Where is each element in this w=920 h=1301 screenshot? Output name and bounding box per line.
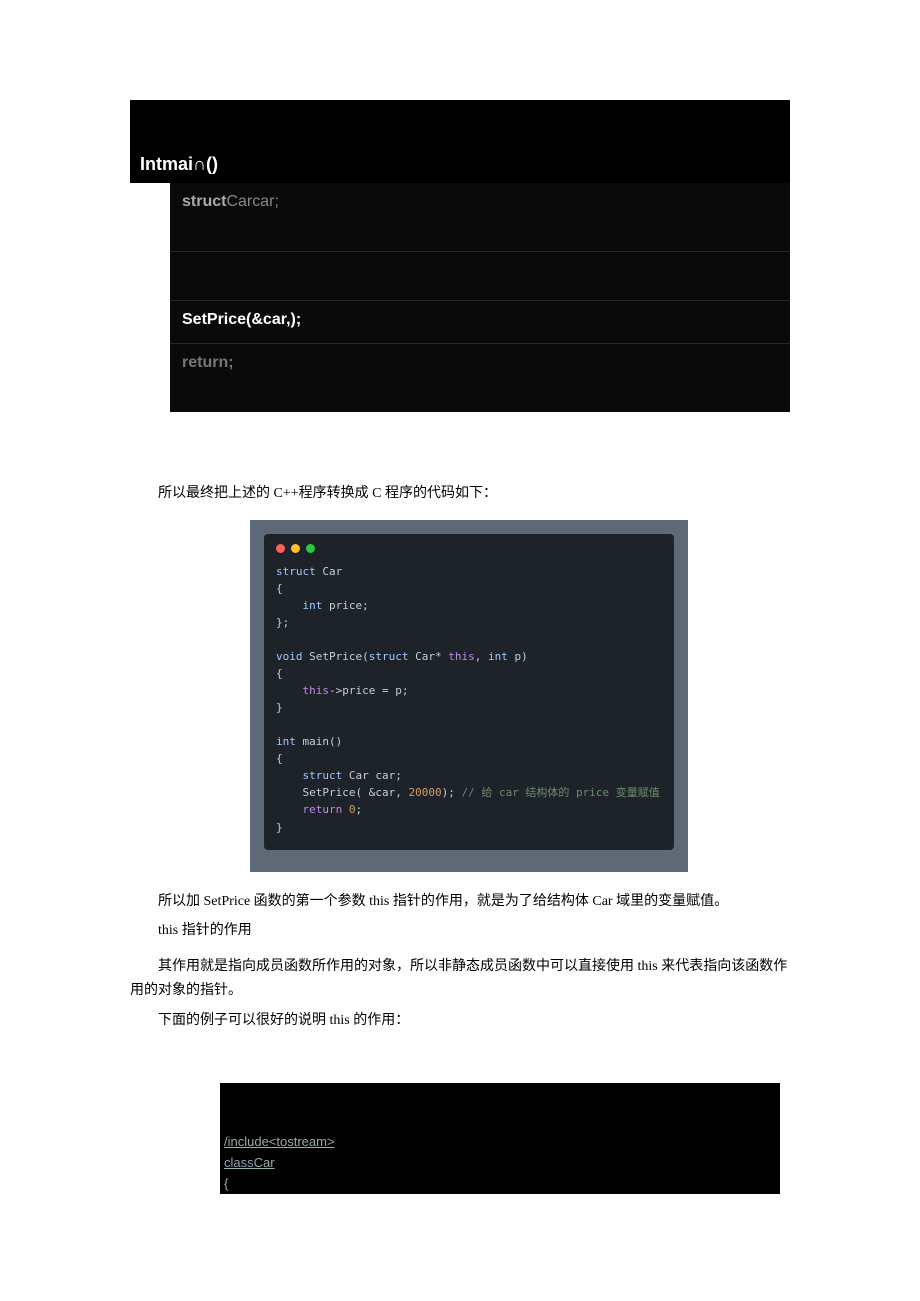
code-figure: struct Car { int price; }; void SetPrice… xyxy=(250,520,688,872)
code-block-top-bar xyxy=(130,100,790,150)
paragraph-example-intro: 下面的例子可以很好的说明 this 的作用： xyxy=(130,1009,790,1033)
code-line-struct: structCarcar; xyxy=(170,183,790,251)
maximize-icon xyxy=(306,544,315,553)
close-icon xyxy=(276,544,285,553)
code-block-main: Intmai∩() structCarcar; SetPrice(&car,);… xyxy=(130,100,790,412)
keyword-struct: struct xyxy=(182,193,226,210)
code-line-class: classCar xyxy=(220,1152,780,1173)
code-text: Carcar; xyxy=(226,193,278,210)
code-line-include: /include<tostream> xyxy=(220,1131,780,1152)
keyword-class: class xyxy=(224,1155,254,1170)
figure-code-content: struct Car { int price; }; void SetPrice… xyxy=(276,563,662,836)
code-line-setprice: SetPrice(&car,); xyxy=(170,300,790,343)
code-figure-window: struct Car { int price; }; void SetPrice… xyxy=(264,534,674,850)
minimize-icon xyxy=(291,544,300,553)
code-block-title: Intmai∩() xyxy=(130,150,790,183)
code-line-blank xyxy=(170,251,790,300)
paragraph-setprice-explain: 所以加 SetPrice 函数的第一个参数 this 指针的作用，就是为了给结构… xyxy=(130,890,790,914)
code-block-body: structCarcar; SetPrice(&car,); return; xyxy=(170,183,790,412)
class-name: Car xyxy=(254,1155,275,1170)
code-block-example: /include<tostream> classCar { xyxy=(220,1083,780,1194)
code-line-brace: { xyxy=(220,1173,780,1194)
code-line-return: return; xyxy=(170,343,790,412)
paragraph-this-body: 其作用就是指向成员函数所作用的对象，所以非静态成员函数中可以直接使用 this … xyxy=(130,955,790,1003)
window-controls xyxy=(276,544,662,553)
paragraph-intro: 所以最终把上述的 C++程序转换成 C 程序的代码如下： xyxy=(130,482,790,506)
paragraph-this-heading: this 指针的作用 xyxy=(130,919,790,943)
code-block2-top-bar xyxy=(220,1083,780,1131)
